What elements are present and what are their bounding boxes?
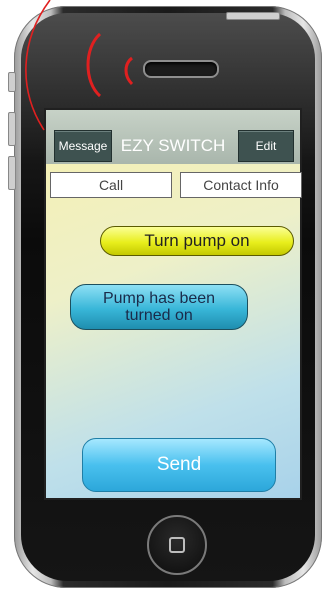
signal-arcs-icon: [25, 0, 134, 131]
signal-long-arc: [25, 0, 51, 131]
signal-arc-inner: [124, 56, 134, 86]
signal-arc-outer: [86, 32, 102, 98]
